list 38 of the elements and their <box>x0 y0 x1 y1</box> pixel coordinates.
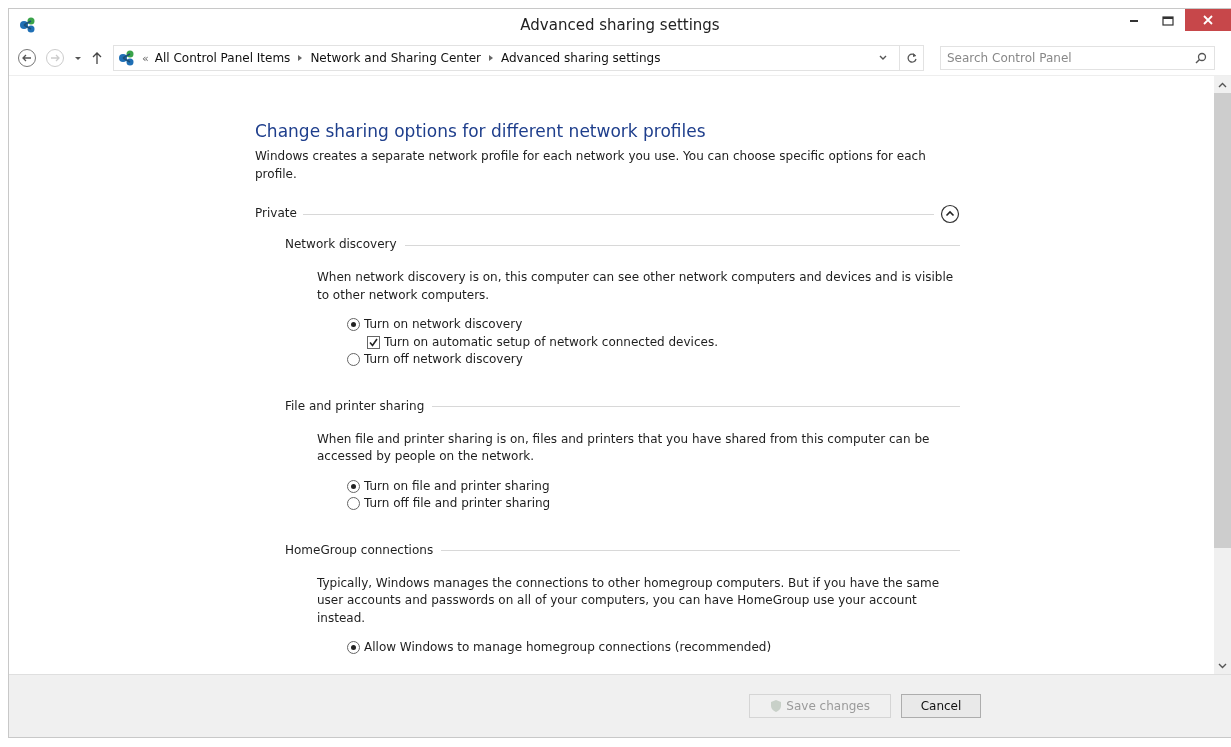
search-field[interactable]: Search Control Panel <box>940 46 1215 70</box>
section-description: Typically, Windows manages the connections to other homegroup computers. But if you have the same user accounts and passwords on all of your computers, you can have HomeGroup use your account instead. <box>317 574 941 627</box>
profile-label: Private <box>255 205 297 223</box>
back-button[interactable] <box>17 48 37 68</box>
section-description: When network discovery is on, this computer can see other network computers and devices and is visible to other network computers. <box>317 269 955 304</box>
chevron-right-icon <box>486 54 495 62</box>
minimize-icon <box>1130 20 1138 22</box>
page-heading: Change sharing options for different network profiles <box>255 120 707 142</box>
refresh-icon <box>905 52 918 64</box>
section-description: When file and printer sharing is on, files and printers that you have shared from this computer can be accessed by people on the network. <box>317 430 931 465</box>
scrollbar[interactable] <box>1214 76 1231 674</box>
network-icon <box>19 16 37 34</box>
radio-option[interactable]: Allow Windows to manage homegroup connections (recommended) <box>347 639 960 657</box>
breadcrumb[interactable]: Network and Sharing Center <box>310 51 481 65</box>
collapse-button[interactable] <box>940 204 960 224</box>
search-icon <box>1195 52 1207 64</box>
radio-option[interactable]: Turn on file and printer sharing <box>347 477 960 495</box>
window-title: Advanced sharing settings <box>520 16 720 34</box>
close-button[interactable] <box>1185 9 1231 31</box>
section-title: HomeGroup connections <box>285 541 434 559</box>
maximize-icon <box>1162 16 1174 26</box>
scroll-up-icon[interactable] <box>1218 81 1227 88</box>
close-icon <box>1203 15 1213 25</box>
cancel-button[interactable]: Cancel <box>901 694 981 718</box>
breadcrumb[interactable]: Advanced sharing settings <box>500 51 661 65</box>
overflow-chevron[interactable]: « <box>142 51 149 65</box>
radio-option[interactable]: Turn off file and printer sharing <box>347 495 960 513</box>
radio-option[interactable]: Turn on network discovery <box>347 316 960 334</box>
intro-text: Windows creates a separate network profile for each network you use. You can choose specific options for each profile. <box>255 148 927 183</box>
radio-option[interactable]: Turn off network discovery <box>347 351 960 369</box>
address-bar[interactable]: « All Control Panel Items Network and Sharing Center Advanced sharing settings <box>113 45 924 71</box>
scroll-down-icon[interactable] <box>1218 662 1227 669</box>
up-button[interactable] <box>91 51 103 65</box>
section-title: Network discovery <box>285 236 397 254</box>
checkbox-option[interactable]: Turn on automatic setup of network connected devices. <box>367 333 960 351</box>
section-title: File and printer sharing <box>285 397 425 415</box>
breadcrumb[interactable]: All Control Panel Items <box>154 51 291 65</box>
network-icon <box>118 49 136 67</box>
